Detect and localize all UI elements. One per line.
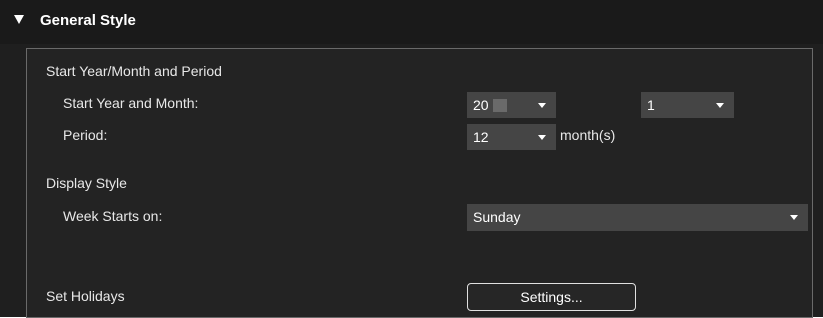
collapse-triangle-icon[interactable]	[14, 15, 24, 24]
settings-panel	[26, 48, 813, 318]
week-starts-label: Week Starts on:	[63, 208, 163, 224]
period-select-value: 12	[473, 129, 489, 145]
period-select[interactable]: 12	[467, 124, 556, 150]
chevron-down-icon	[716, 103, 724, 108]
year-redaction	[493, 99, 507, 112]
chevron-down-icon	[538, 103, 546, 108]
month-select-value: 1	[647, 97, 655, 113]
period-label: Period:	[63, 127, 108, 143]
general-style-window: General Style Start Year/Month and Perio…	[0, 0, 823, 318]
year-select-value: 20	[473, 97, 489, 113]
chevron-down-icon	[538, 135, 546, 140]
section-header[interactable]: General Style	[0, 0, 823, 44]
chevron-down-icon	[790, 215, 798, 220]
week-starts-value: Sunday	[473, 209, 521, 225]
set-holidays-label: Set Holidays	[46, 288, 125, 304]
week-starts-select[interactable]: Sunday	[467, 204, 808, 231]
settings-button[interactable]: Settings...	[467, 283, 636, 311]
start-period-heading: Start Year/Month and Period	[46, 63, 222, 79]
year-select[interactable]: 20	[467, 92, 556, 118]
display-style-heading: Display Style	[46, 175, 127, 191]
section-title: General Style	[40, 12, 136, 29]
period-unit-label: month(s)	[560, 127, 616, 143]
month-select[interactable]: 1	[641, 92, 734, 118]
start-year-month-label: Start Year and Month:	[63, 95, 199, 111]
